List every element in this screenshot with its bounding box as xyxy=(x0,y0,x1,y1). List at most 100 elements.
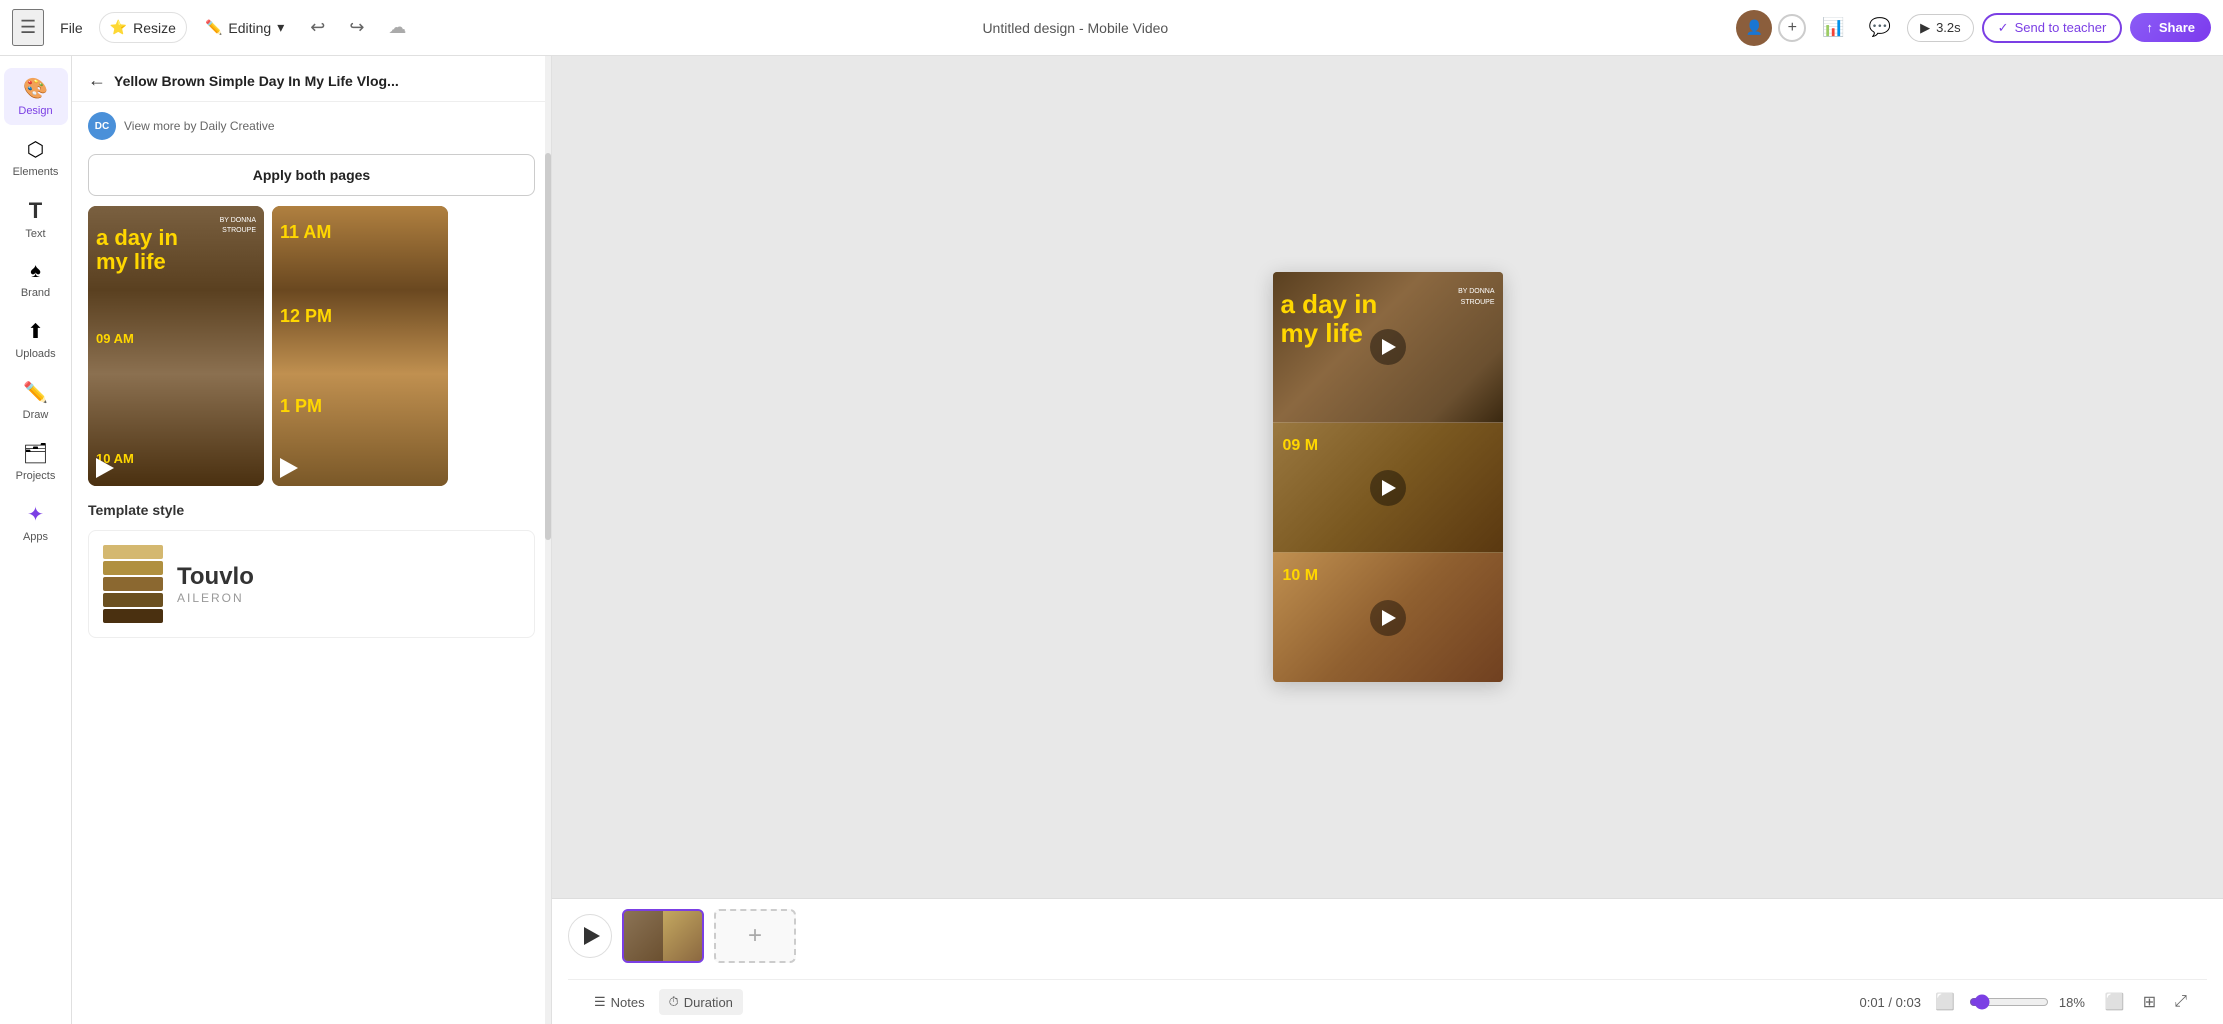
text-icon: T xyxy=(29,198,42,224)
sidebar-design-label: Design xyxy=(18,105,52,117)
play-triangle-mid-icon xyxy=(1382,480,1396,496)
template-bg-2 xyxy=(272,206,448,486)
back-button[interactable]: ← xyxy=(88,70,106,91)
canvas-title-text: a day inmy life xyxy=(1281,290,1378,347)
star-icon: ⭐ xyxy=(110,19,127,36)
projects-icon: 🗂 xyxy=(23,441,48,466)
template-time-2b: 12 PM xyxy=(280,306,332,327)
sidebar-projects-label: Projects xyxy=(16,470,56,482)
main-layout: 🎨 Design ⬡ Elements T Text ♠ Brand ⬆ Upl… xyxy=(0,56,2223,1024)
send-to-teacher-button[interactable]: ✓ Send to teacher xyxy=(1982,13,2123,43)
view-more-link[interactable]: View more by Daily Creative xyxy=(124,119,275,133)
zoom-level: 18% xyxy=(2059,995,2091,1010)
comment-button[interactable]: 💬 xyxy=(1861,11,1899,44)
sidebar-item-text[interactable]: T Text xyxy=(4,190,68,248)
sidebar-draw-label: Draw xyxy=(23,409,49,421)
design-panel: ← Yellow Brown Simple Day In My Life Vlo… xyxy=(72,56,552,1024)
undo-button[interactable]: ↩ xyxy=(302,11,333,44)
style-name: Touvlo xyxy=(177,563,254,591)
sidebar-item-projects[interactable]: 🗂 Projects xyxy=(4,433,68,490)
duration-button[interactable]: ⏱ Duration xyxy=(659,989,743,1015)
zoom-slider[interactable] xyxy=(1969,994,2049,1010)
notes-label: Notes xyxy=(611,995,645,1010)
canvas-bottom-text: 10 M xyxy=(1283,567,1319,585)
sidebar-brand-label: Brand xyxy=(21,287,50,299)
canvas-mid-text: 09 M xyxy=(1283,437,1319,455)
panel-title: Yellow Brown Simple Day In My Life Vlog.… xyxy=(114,73,535,89)
document-title: Untitled design - Mobile Video xyxy=(422,20,1728,36)
bottom-bar-right: 0:01 / 0:03 ⬜ 18% ⬜ ⊞ ⤢ xyxy=(1859,988,2191,1016)
time-display: 0:01 / 0:03 xyxy=(1859,995,1920,1010)
share-icon: ↑ xyxy=(2146,20,2153,35)
play-icon: ▶ xyxy=(1920,20,1930,36)
canvas-play-mid[interactable] xyxy=(1370,470,1406,506)
sidebar-item-uploads[interactable]: ⬆ Uploads xyxy=(4,311,68,368)
avatar-initials: 👤 xyxy=(1746,19,1763,36)
add-frame-button[interactable]: + xyxy=(714,909,796,963)
fit-screen-button[interactable]: ⬜ xyxy=(1931,988,1959,1016)
canvas-container: ♥ a day inmy life BY DONNASTROUPE 09 M xyxy=(552,56,2223,898)
timeline-frame-thumb[interactable]: 3.2s xyxy=(622,909,704,963)
design-canvas[interactable]: ♥ a day inmy life BY DONNASTROUPE 09 M xyxy=(1273,272,1503,682)
creator-row: DC View more by Daily Creative xyxy=(72,102,551,140)
canvas-section-mid: 09 M xyxy=(1273,422,1503,552)
panel-scrollbar[interactable] xyxy=(545,56,551,1024)
templates-grid: a day inmy life BY DONNASTROUPE 09 AM 10… xyxy=(72,206,551,502)
timeline-play-button[interactable] xyxy=(568,914,612,958)
sidebar-item-apps[interactable]: ✦ Apps xyxy=(4,494,68,551)
check-circle-icon: ✓ xyxy=(1998,20,2009,36)
template-play-2 xyxy=(280,458,300,478)
sidebar-item-elements[interactable]: ⬡ Elements xyxy=(4,129,68,186)
template-preview-1: a day inmy life BY DONNASTROUPE 09 AM 10… xyxy=(88,206,264,486)
zoom-area xyxy=(1969,994,2049,1010)
scrollbar-thumb[interactable] xyxy=(545,153,551,540)
resize-button[interactable]: ⭐ Resize xyxy=(99,12,187,43)
elements-icon: ⬡ xyxy=(27,137,44,162)
file-button[interactable]: File xyxy=(52,14,91,42)
sidebar-item-design[interactable]: 🎨 Design xyxy=(4,68,68,125)
share-button[interactable]: ↑ Share xyxy=(2130,13,2211,42)
preview-play-button[interactable]: ▶ 3.2s xyxy=(1907,14,1974,42)
expand-button[interactable]: ⤢ xyxy=(2170,989,2191,1015)
sidebar-item-draw[interactable]: ✏️ Draw xyxy=(4,372,68,429)
draw-icon: ✏️ xyxy=(23,380,48,405)
creator-badge: DC xyxy=(88,112,116,140)
canvas-area: ♥ a day inmy life BY DONNASTROUPE 09 M xyxy=(552,56,2223,1024)
add-collaborator-button[interactable]: + xyxy=(1778,14,1806,42)
sidebar-item-brand[interactable]: ♠ Brand xyxy=(4,252,68,307)
template-style-title: Template style xyxy=(72,502,551,530)
template-style-card[interactable]: Touvlo AILERON xyxy=(88,530,535,638)
menu-icon[interactable]: ☰ xyxy=(12,9,44,46)
sidebar-uploads-label: Uploads xyxy=(15,348,55,360)
canvas-sub-text: BY DONNASTROUPE xyxy=(1458,286,1494,308)
stats-button[interactable]: 📊 xyxy=(1814,11,1852,44)
uploads-icon: ⬆ xyxy=(27,319,44,344)
editing-button[interactable]: ✏️ Editing ▾ xyxy=(195,13,294,42)
swatch-1 xyxy=(103,545,163,559)
bottom-bar: ☰ Notes ⏱ Duration 0:01 / 0:03 ⬜ 18% ⬜ xyxy=(568,979,2207,1024)
cloud-save-button[interactable]: ☁ xyxy=(380,11,414,44)
resize-label: Resize xyxy=(133,20,176,36)
play-duration: 3.2s xyxy=(1936,20,1961,35)
template-card-1[interactable]: a day inmy life BY DONNASTROUPE 09 AM 10… xyxy=(88,206,264,486)
send-teacher-label: Send to teacher xyxy=(2015,20,2107,35)
brand-icon: ♠ xyxy=(30,260,41,283)
apply-both-pages-button[interactable]: Apply both pages xyxy=(88,154,535,196)
template-card-2[interactable]: 11 AM 12 PM 1 PM xyxy=(272,206,448,486)
frame-right xyxy=(663,911,702,961)
frame-left xyxy=(624,911,663,961)
timeline-area: 3.2s + ☰ Notes ⏱ Duration 0:01 / xyxy=(552,898,2223,1024)
redo-button[interactable]: ↪ xyxy=(341,11,372,44)
play-triangle-icon xyxy=(1382,339,1396,355)
avatar[interactable]: 👤 xyxy=(1736,10,1772,46)
swatch-5 xyxy=(103,609,163,623)
canvas-play-bottom[interactable] xyxy=(1370,600,1406,636)
duration-icon: ⏱ xyxy=(669,994,679,1010)
notes-button[interactable]: ☰ Notes xyxy=(584,989,655,1015)
grid-view-button[interactable]: ⊞ xyxy=(2139,988,2160,1016)
template-time-2c: 1 PM xyxy=(280,396,322,417)
screen-view-button[interactable]: ⬜ xyxy=(2101,988,2129,1016)
template-play-1 xyxy=(96,458,116,478)
canvas-section-top: a day inmy life BY DONNASTROUPE xyxy=(1273,272,1503,422)
duration-label: Duration xyxy=(684,995,733,1010)
